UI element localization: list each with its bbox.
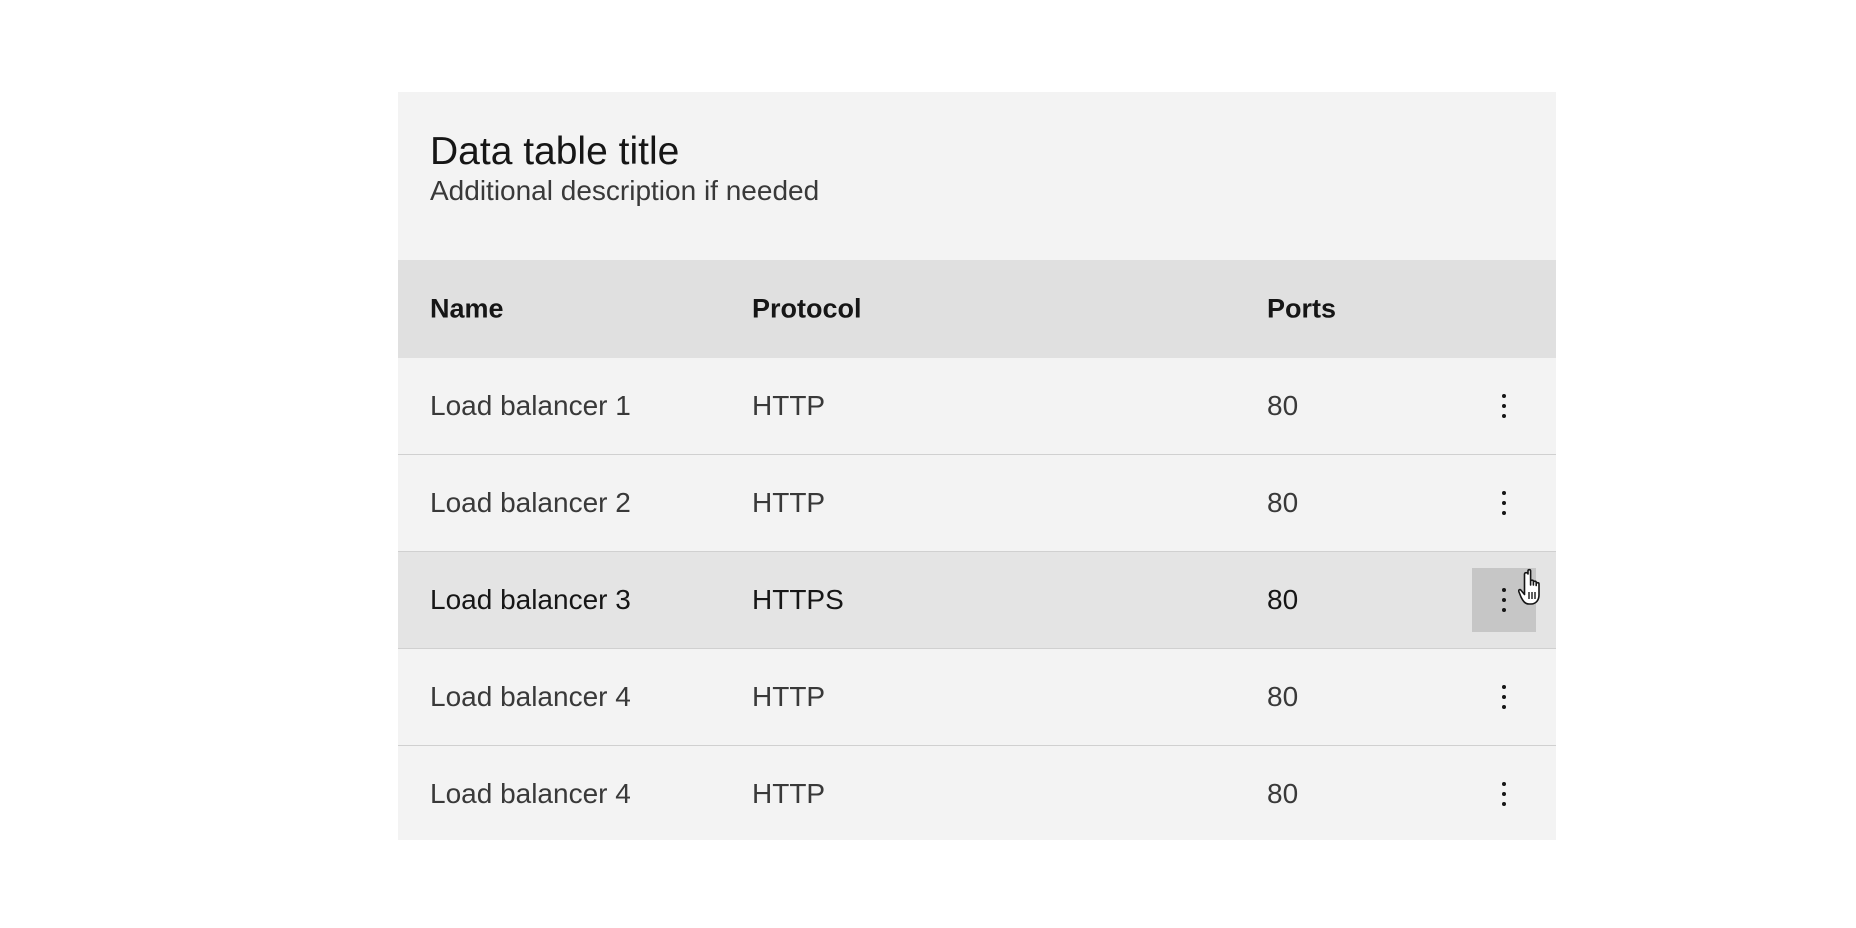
overflow-menu-vertical-icon [1502, 782, 1506, 806]
overflow-menu-vertical-icon [1502, 491, 1506, 515]
data-table: Data table title Additional description … [398, 92, 1556, 840]
row-overflow-menu-button[interactable] [1472, 471, 1536, 535]
row-overflow-menu-button[interactable] [1472, 762, 1536, 826]
cell-ports: 80 [1267, 487, 1299, 518]
column-header-name[interactable]: Name [430, 294, 504, 325]
table-row[interactable]: Load balancer 2 HTTP 80 [398, 454, 1556, 551]
cell-protocol: HTTP [752, 487, 826, 518]
cell-protocol: HTTP [752, 778, 826, 809]
table-header: Data table title Additional description … [398, 92, 1556, 260]
overflow-menu-vertical-icon [1502, 588, 1506, 612]
table-row[interactable]: Load balancer 1 HTTP 80 [398, 358, 1556, 454]
cell-name: Load balancer 4 [430, 778, 631, 809]
table-title: Data table title [430, 130, 680, 173]
cell-ports: 80 [1267, 584, 1299, 615]
table-row[interactable]: Load balancer 4 HTTP 80 [398, 745, 1556, 842]
cell-ports: 80 [1267, 390, 1299, 421]
cell-protocol: HTTP [752, 681, 826, 712]
overflow-menu-vertical-icon [1502, 685, 1506, 709]
table-column-headers: Name Protocol Ports [398, 260, 1556, 358]
column-header-protocol[interactable]: Protocol [752, 294, 862, 325]
cell-name: Load balancer 1 [430, 390, 631, 421]
cell-name: Load balancer 3 [430, 584, 631, 615]
table-row-hovered[interactable]: Load balancer 3 HTTPS 80 [398, 551, 1556, 648]
cell-name: Load balancer 4 [430, 681, 631, 712]
cell-protocol: HTTP [752, 390, 826, 421]
cell-protocol: HTTPS [752, 584, 844, 615]
row-overflow-menu-button[interactable] [1472, 568, 1536, 632]
overflow-menu-vertical-icon [1502, 394, 1506, 418]
cell-ports: 80 [1267, 778, 1299, 809]
row-overflow-menu-button[interactable] [1472, 665, 1536, 729]
table-description: Additional description if needed [430, 175, 820, 206]
cell-ports: 80 [1267, 681, 1299, 712]
table-row[interactable]: Load balancer 4 HTTP 80 [398, 648, 1556, 745]
cell-name: Load balancer 2 [430, 487, 631, 518]
row-overflow-menu-button[interactable] [1472, 374, 1536, 438]
column-header-ports[interactable]: Ports [1267, 294, 1336, 325]
